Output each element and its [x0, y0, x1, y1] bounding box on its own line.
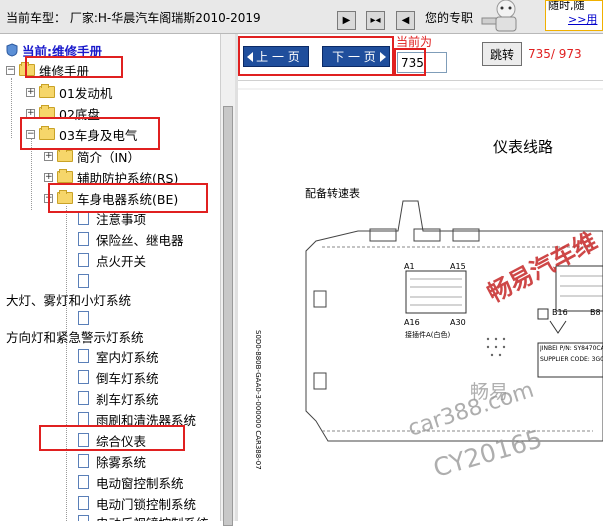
vehicle-label: 当前车型： 厂家:H-华晨汽车阁瑞斯2010-2019	[6, 11, 261, 25]
document-icon	[78, 496, 89, 510]
highlight-page-input	[394, 48, 426, 76]
folder-icon	[57, 148, 73, 162]
connector-a-note: 接插件A(白色)	[405, 331, 451, 339]
folder-icon	[39, 84, 55, 98]
document-icon	[78, 391, 89, 405]
highlight-instrument-cluster	[39, 425, 185, 451]
scrollbar-thumb[interactable]	[223, 106, 233, 526]
document-icon	[78, 515, 89, 521]
welcome-text: 您的专职	[425, 11, 474, 25]
part-number: JINBEI P/N: SY8470CA2	[540, 345, 603, 352]
document-icon	[78, 232, 89, 246]
highlight-manual	[25, 56, 123, 78]
promo-link[interactable]: >>用	[568, 11, 597, 27]
document-icon	[78, 211, 89, 225]
tree-item-label: 保险丝、继电器	[96, 232, 184, 248]
pin-label-a1: A1	[404, 262, 415, 271]
tree-item-headlamps[interactable]: 大灯、雾灯和小灯系统	[6, 289, 131, 309]
expand-icon[interactable]: +	[44, 172, 53, 182]
mascot-image	[470, 0, 542, 33]
supplier-code: SUPPLIER CODE: 3G0	[540, 356, 603, 363]
next-page-button[interactable]: 下 一 页	[322, 46, 390, 67]
first-page-button[interactable]: ▶	[337, 11, 356, 30]
tree-item-blank-2[interactable]	[78, 308, 96, 328]
prev-nav-button[interactable]: ◀	[396, 11, 415, 30]
tree-item-label: 01发动机	[59, 85, 113, 101]
tree-item-ignition[interactable]: 点火开关	[78, 250, 146, 270]
manual-tree: 当前:维修手册 − 维修手册 + 01发动机 + 02底盘 − 03车身及电气 …	[0, 34, 220, 521]
fit-page-button[interactable]: ▸◂	[366, 11, 385, 30]
tree-item-reverse-lights[interactable]: 倒车灯系统	[78, 367, 159, 387]
tree-item-label: 刹车灯系统	[96, 391, 159, 407]
expand-icon[interactable]: +	[44, 151, 53, 161]
document-icon	[78, 274, 89, 288]
prev-page-button[interactable]: 上 一 页	[243, 46, 309, 67]
tree-item-fuses[interactable]: 保险丝、继电器	[78, 229, 184, 249]
document-icon	[78, 412, 89, 426]
shield-icon	[6, 43, 18, 57]
next-page-label: 下 一 页	[332, 50, 376, 64]
tree-item-engine[interactable]: + 01发动机	[26, 82, 112, 102]
arrow-right-icon	[380, 52, 386, 62]
pin-label-b8: B8	[590, 308, 601, 317]
tree-item-mirrors[interactable]: 电动后视镜控制系统	[78, 512, 209, 521]
tree-item-label: 除雾系统	[96, 454, 147, 470]
back-icon: ◀	[401, 15, 410, 26]
page-count: 735/ 973	[528, 47, 582, 61]
document-subtitle: 配备转速表	[305, 187, 360, 200]
promo-panel: 随时,随 >>用	[545, 0, 603, 31]
arrow-left-icon	[247, 52, 253, 62]
pin-label-a15: A15	[450, 262, 466, 271]
expand-icon[interactable]: +	[26, 87, 35, 97]
tree-item-defogger[interactable]: 除雾系统	[78, 451, 146, 471]
tree-item-interior-lights[interactable]: 室内灯系统	[78, 346, 159, 366]
pin-label-b16: B16	[552, 308, 568, 317]
tree-item-label: 电动窗控制系统	[96, 475, 184, 491]
document-title: 仪表线路	[493, 138, 554, 156]
document-icon	[78, 253, 89, 267]
document-icon	[78, 370, 89, 384]
play-icon: ▶	[342, 15, 351, 26]
jump-button[interactable]: 跳转	[482, 42, 522, 66]
tree-item-door-locks[interactable]: 电动门锁控制系统	[78, 493, 196, 513]
document-icon	[78, 311, 89, 325]
highlight-body-electrical	[20, 117, 160, 150]
tree-item-label: 大灯、雾灯和小灯系统	[6, 292, 132, 308]
tree-item-label: 电动后视镜控制系统	[96, 513, 209, 522]
document-icon	[78, 349, 89, 363]
tree-item-label: 方向灯和紧急警示灯系统	[6, 329, 144, 345]
document-icon	[78, 475, 89, 489]
document-icon	[78, 454, 89, 468]
page-nav-group: 上 一 页 下 一 页	[238, 36, 394, 76]
tree-scrollbar[interactable]	[220, 34, 235, 526]
fit-icon: ▸◂	[370, 15, 381, 26]
highlight-body-electronics	[48, 183, 208, 213]
pin-label-a30: A30	[450, 318, 466, 327]
tree-item-label: 室内灯系统	[96, 349, 159, 365]
tree-item-blank-1[interactable]	[78, 271, 96, 291]
tree-item-label: 点火开关	[96, 253, 147, 269]
pin-label-a16: A16	[404, 318, 420, 327]
tree-item-turn-signals[interactable]: 方向灯和紧急警示灯系统	[6, 326, 144, 346]
collapse-icon[interactable]: −	[6, 65, 15, 75]
tree-item-label: 电动门锁控制系统	[96, 496, 197, 512]
tree-item-brake-lights[interactable]: 刹车灯系统	[78, 388, 159, 408]
folder-icon	[57, 169, 73, 183]
tree-item-power-windows[interactable]: 电动窗控制系统	[78, 472, 184, 492]
prev-page-label: 上 一 页	[256, 50, 300, 64]
tree-item-label: 倒车灯系统	[96, 370, 159, 386]
side-code-text: S0D0-880B-GAA0-3-000000 CAR388-07	[254, 330, 262, 470]
